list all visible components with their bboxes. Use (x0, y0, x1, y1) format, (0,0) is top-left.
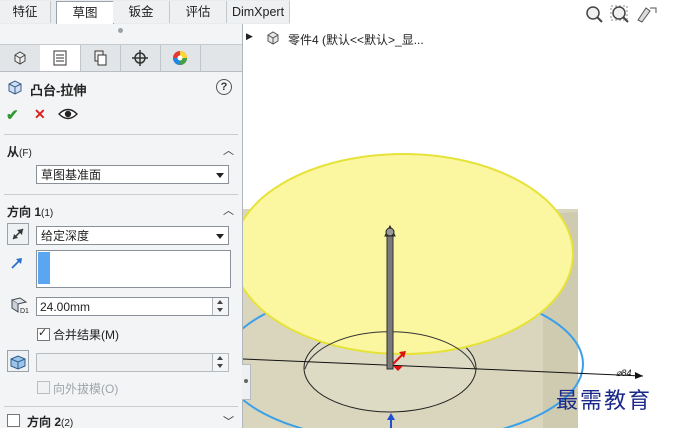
property-manager-tab[interactable] (40, 45, 81, 71)
depth-icon: D1 (10, 297, 29, 314)
expand-arrow-icon[interactable]: ▶ (246, 31, 253, 42)
depth-drag-handle[interactable] (386, 233, 394, 370)
divider (4, 406, 238, 407)
direction2-title-text: 方向 2 (27, 415, 62, 429)
configuration-manager-tab[interactable] (80, 45, 121, 71)
manager-tabs (0, 44, 242, 72)
start-condition-select[interactable]: 草图基准面 (36, 165, 229, 184)
panel-collapse-handle[interactable] (242, 364, 251, 400)
ok-check-icon[interactable]: ✔ (6, 106, 19, 124)
svg-text:D1: D1 (20, 308, 29, 314)
draft-icon (10, 355, 26, 370)
model-view (243, 153, 644, 428)
tab-dimxpert[interactable]: DimXpert (227, 1, 290, 23)
help-icon[interactable]: ? (216, 79, 232, 95)
dimxpert-manager-tab[interactable] (120, 45, 161, 71)
end-condition-value: 给定深度 (41, 229, 90, 243)
reverse-direction-button[interactable] (7, 223, 29, 245)
extrude-boss-icon (8, 80, 22, 95)
property-manager: 凸台-拉伸 ? ✔ ✕ 从(F) ︿ 草图基准面 方向 1(1) ︿ 给定深度 (0, 24, 243, 430)
diameter-dimension[interactable]: ⌀84 (616, 368, 631, 379)
from-section-title[interactable]: 从(F) (7, 143, 32, 160)
tab-sheet-metal[interactable]: 钣金 (113, 1, 170, 23)
display-manager-icon (173, 51, 187, 65)
depth-value: 24.00mm (40, 300, 91, 314)
merge-result-checkbox[interactable] (37, 326, 50, 341)
watermark: 最需教育 (556, 389, 653, 414)
direction2-shortcut: (2) (61, 418, 74, 429)
direction1-title-text: 方向 1 (7, 205, 42, 219)
dimxpert-manager-icon (132, 50, 148, 66)
collapse-from-icon[interactable]: ︿ (223, 142, 234, 158)
preview-cap (243, 153, 574, 355)
collapse-direction1-icon[interactable]: ︿ (223, 202, 234, 218)
tab-evaluate[interactable]: 评估 (170, 1, 227, 23)
part-name[interactable]: 零件4 (默认<<默认>_显... (288, 31, 424, 48)
panel-grip[interactable] (118, 28, 123, 33)
draft-button[interactable] (7, 350, 29, 372)
divider (4, 194, 238, 195)
chevron-down-icon (216, 234, 224, 239)
depth-input[interactable]: 24.00mm (36, 297, 229, 316)
reverse-direction-icon (12, 228, 24, 240)
tab-features[interactable]: 特征 (0, 1, 51, 23)
draft-outward-label: 向外拔模(O) (53, 382, 119, 396)
direction2-checkbox[interactable] (7, 414, 20, 427)
draft-angle-spinner (212, 354, 228, 371)
preview-eye-icon[interactable] (58, 107, 78, 121)
end-condition-select[interactable]: 给定深度 (36, 226, 229, 245)
display-manager-tab[interactable] (160, 45, 201, 71)
property-manager-icon (53, 50, 67, 66)
start-condition-value: 草图基准面 (41, 168, 102, 182)
tab-sketch[interactable]: 草图 (56, 1, 114, 25)
zoom-to-area-icon[interactable] (610, 5, 630, 23)
heads-up-view-toolbar (584, 5, 674, 23)
chevron-down-icon (216, 173, 224, 178)
expand-direction2-icon[interactable]: ﹀ (223, 413, 234, 429)
cancel-x-icon[interactable]: ✕ (34, 106, 46, 123)
previous-view-icon[interactable] (636, 5, 658, 23)
graphics-area[interactable] (243, 24, 678, 428)
draft-angle-input (36, 353, 229, 372)
direction-vector-icon (11, 258, 22, 269)
direction2-section-title[interactable]: 方向 2(2) (27, 413, 73, 430)
direction1-section-title[interactable]: 方向 1(1) (7, 203, 53, 220)
from-title-text: 从 (7, 145, 20, 159)
selection-highlight (38, 252, 50, 284)
command-manager-tabs: 特征 草图 钣金 评估 DimXpert (0, 0, 290, 25)
merge-result-label: 合并结果(M) (53, 328, 119, 342)
feature-title: 凸台-拉伸 (30, 83, 87, 98)
action-buttons: ✔ ✕ (6, 106, 86, 124)
from-shortcut: (F) (19, 148, 32, 159)
feature-header: 凸台-拉伸 ? (6, 78, 238, 98)
part-icon (267, 31, 279, 45)
direction1-shortcut: (1) (41, 208, 54, 219)
draft-outward-checkbox (37, 381, 50, 394)
direction-vector-field[interactable] (36, 250, 231, 288)
divider (4, 134, 238, 135)
depth-spinner[interactable] (212, 298, 228, 315)
zoom-to-fit-icon[interactable] (584, 5, 604, 23)
feature-manager-tab[interactable] (0, 45, 41, 71)
feature-manager-icon (14, 51, 26, 65)
configuration-manager-icon (94, 50, 107, 66)
